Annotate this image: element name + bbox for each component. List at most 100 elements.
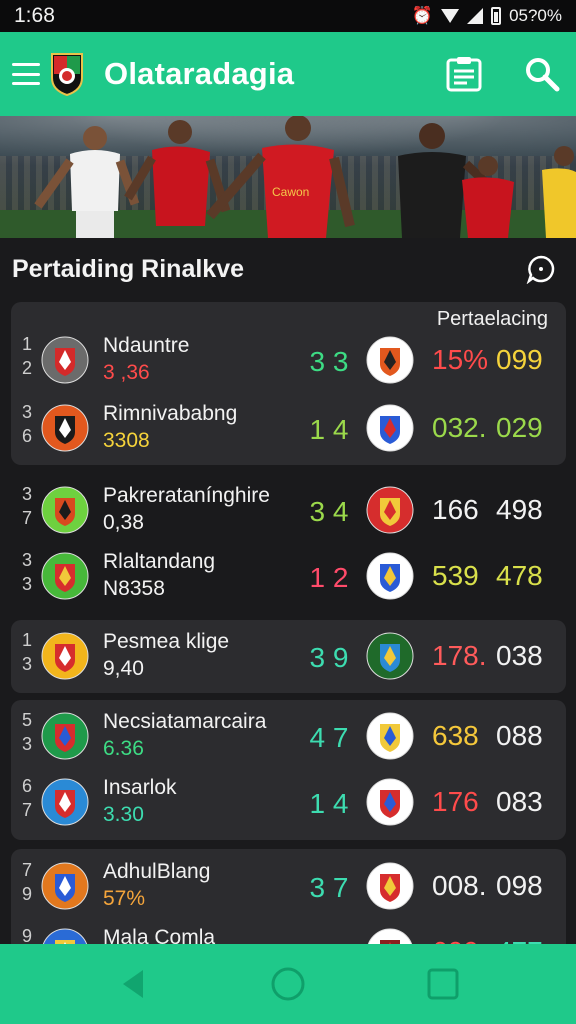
match-score: 4 7 bbox=[309, 722, 349, 753]
status-time: 1:68 bbox=[14, 4, 55, 27]
team-stat: 3 ,36 bbox=[103, 361, 150, 384]
stat-value-primary: 539 bbox=[432, 560, 479, 591]
team-name: Pakreratanínghire bbox=[103, 484, 270, 507]
match-score: 3 9 bbox=[309, 642, 349, 673]
stat-value-secondary: 477 bbox=[496, 936, 543, 944]
stat-value-secondary: 038 bbox=[496, 640, 543, 671]
rank-number: 9 bbox=[21, 926, 32, 944]
stat-value-secondary: 083 bbox=[496, 786, 543, 817]
rank-number: 7 9 bbox=[21, 860, 32, 904]
players-illustration: Cawon bbox=[34, 116, 576, 238]
opponent-crest-icon bbox=[366, 778, 414, 826]
battery-text: 05?0% bbox=[509, 6, 562, 25]
clipboard-button[interactable] bbox=[442, 52, 486, 96]
team-stat: 0,38 bbox=[103, 511, 144, 534]
rank-number: 3 7 bbox=[21, 484, 32, 528]
table-row[interactable]: 7 9 AdhulBlang 57% 3 7 008. 098 bbox=[0, 854, 576, 918]
rank-number: 6 7 bbox=[21, 776, 32, 820]
app-title: Olataradagia bbox=[104, 56, 295, 91]
team-name: Pesmea klige bbox=[103, 630, 230, 653]
table-row[interactable]: 1 2 Ndauntre 3 ,36 3 3 15% 099 bbox=[0, 328, 576, 392]
team-stat: N8358 bbox=[103, 577, 165, 600]
table-row[interactable]: 5 3 Necsiatamarcaira 6.36 4 7 638 088 bbox=[0, 704, 576, 768]
stat-value-primary: 638 bbox=[432, 720, 479, 751]
table-row[interactable]: 6 7 Insarlok 3.30 1 4 176 083 bbox=[0, 770, 576, 834]
match-score: 1 4 bbox=[309, 414, 349, 445]
table-row[interactable]: 3 7 Pakreratanínghire 0,38 3 4 166 498 bbox=[0, 478, 576, 542]
app-bar: Olataradagia bbox=[0, 32, 576, 116]
stat-value-primary: 166 bbox=[432, 494, 479, 525]
section-title: Pertaiding Rinalkve bbox=[12, 254, 245, 283]
match-score: 3 7 bbox=[309, 872, 349, 903]
system-nav-bar bbox=[0, 944, 576, 1024]
team-name: AdhulBlang bbox=[103, 860, 211, 883]
table-row[interactable]: 3 3 Rlaltandang N8358 1 2 539 478 bbox=[0, 544, 576, 608]
status-bar: 1:68 ⏰ 05?0% bbox=[0, 0, 576, 32]
search-button[interactable] bbox=[520, 52, 564, 96]
opponent-crest-icon bbox=[366, 632, 414, 680]
team-crest-icon bbox=[41, 712, 89, 760]
match-score: 1 2 bbox=[309, 562, 349, 593]
stat-value-primary: 008. bbox=[432, 870, 487, 901]
stat-value-secondary: 088 bbox=[496, 720, 543, 751]
stat-value-primary: 15% bbox=[432, 344, 489, 375]
opponent-crest-icon bbox=[366, 862, 414, 910]
stat-value-secondary: 098 bbox=[496, 870, 543, 901]
team-crest-icon bbox=[41, 486, 89, 534]
recents-icon bbox=[427, 968, 459, 1000]
stat-value-primary: 600 bbox=[432, 936, 479, 944]
menu-icon[interactable] bbox=[12, 63, 40, 85]
recents-button[interactable] bbox=[423, 964, 463, 1004]
search-icon bbox=[526, 58, 560, 92]
stat-value-secondary: 099 bbox=[496, 344, 543, 375]
opponent-crest-icon bbox=[366, 404, 414, 452]
home-icon bbox=[271, 967, 305, 1001]
stat-value-primary: 178. bbox=[432, 640, 487, 671]
rank-number: 5 3 bbox=[21, 710, 32, 754]
stat-value-secondary: 029 bbox=[496, 412, 543, 443]
chat-icon[interactable] bbox=[526, 254, 556, 284]
stat-value-primary: 176 bbox=[432, 786, 479, 817]
battery-icon bbox=[491, 7, 502, 25]
table-row[interactable]: 1 3 Pesmea klige 9,40 3 9 178. 038 bbox=[0, 624, 576, 688]
team-stat: 3308 bbox=[103, 429, 150, 452]
signal-icon bbox=[467, 8, 484, 24]
rank-number: 3 3 bbox=[21, 550, 32, 594]
team-crest-icon bbox=[41, 336, 89, 384]
rank-number: 3 6 bbox=[21, 402, 32, 446]
match-score: 3 4 bbox=[309, 496, 349, 527]
team-stat: 3.30 bbox=[103, 803, 144, 826]
home-button[interactable] bbox=[268, 964, 308, 1004]
opponent-crest-icon bbox=[366, 486, 414, 534]
team-name: Insarlok bbox=[103, 776, 177, 799]
team-crest-icon bbox=[41, 552, 89, 600]
svg-text:Cawon: Cawon bbox=[272, 185, 309, 199]
team-name: Mala Comla bbox=[103, 926, 216, 944]
status-icons: ⏰ 05?0% bbox=[412, 6, 562, 26]
stat-value-secondary: 498 bbox=[496, 494, 543, 525]
alarm-icon: ⏰ bbox=[411, 6, 434, 25]
team-name: Ndauntre bbox=[103, 334, 190, 357]
table-row[interactable]: 9 Mala Comla1 4 600477 bbox=[0, 920, 576, 944]
opponent-crest-icon bbox=[366, 928, 414, 944]
back-icon bbox=[123, 970, 144, 998]
clipboard-icon bbox=[446, 57, 482, 92]
standings-list[interactable]: Pertaelacing 1 2 Ndauntre 3 ,36 3 3 15% 099… bbox=[0, 300, 576, 944]
team-crest-icon bbox=[41, 778, 89, 826]
opponent-crest-icon bbox=[366, 552, 414, 600]
team-crest-icon bbox=[41, 862, 89, 910]
back-button[interactable] bbox=[113, 964, 153, 1004]
team-stat: 6.36 bbox=[103, 737, 144, 760]
app-logo bbox=[51, 53, 83, 96]
table-row[interactable]: 3 6 Rimnivababng 3308 1 4 032. 029 bbox=[0, 396, 576, 460]
team-crest-icon bbox=[41, 928, 89, 944]
team-name: Rimnivababng bbox=[103, 402, 238, 425]
opponent-crest-icon bbox=[366, 336, 414, 384]
team-crest-icon bbox=[41, 632, 89, 680]
opponent-crest-icon bbox=[366, 712, 414, 760]
team-stat: 57% bbox=[103, 887, 146, 910]
section-header: Pertaiding Rinalkve bbox=[0, 238, 576, 300]
team-name: Rlaltandang bbox=[103, 550, 216, 573]
team-name: Necsiatamarcaira bbox=[103, 710, 267, 733]
hero-banner[interactable]: Cawon bbox=[0, 116, 576, 238]
